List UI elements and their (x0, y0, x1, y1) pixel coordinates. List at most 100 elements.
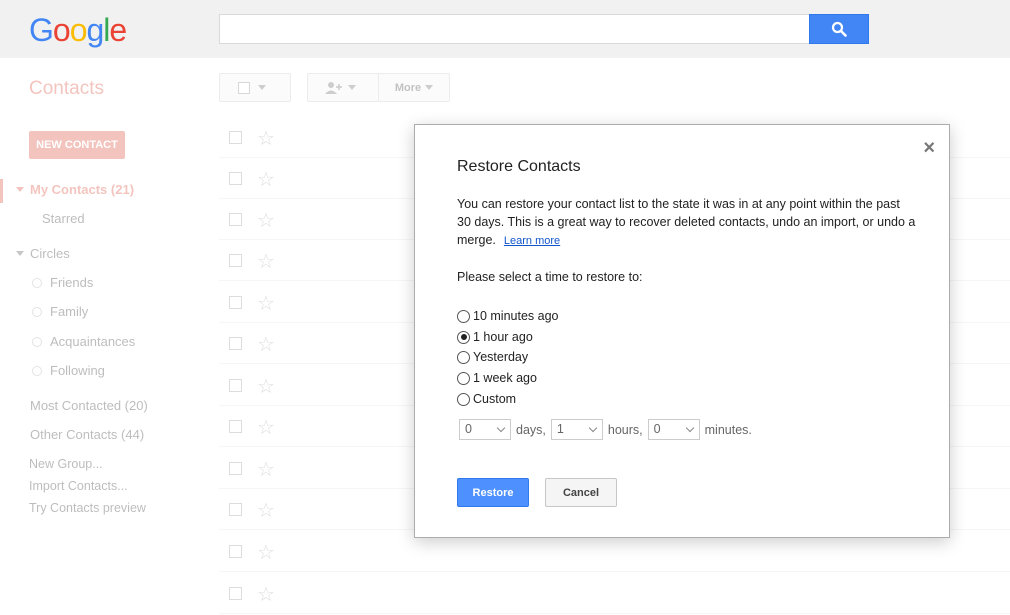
star-icon[interactable]: ☆ (257, 540, 275, 565)
star-icon[interactable]: ☆ (257, 457, 275, 482)
row-checkbox[interactable] (229, 254, 242, 267)
checkbox-icon (238, 81, 250, 94)
select-value: 0 (465, 422, 472, 436)
star-icon[interactable]: ☆ (257, 208, 275, 233)
add-person-icon (325, 81, 342, 94)
hours-select[interactable]: 1 (550, 419, 603, 440)
radio-button[interactable] (457, 350, 470, 364)
expand-triangle-icon (16, 187, 24, 192)
sidebar-item-following[interactable]: Following (32, 363, 105, 378)
restore-prompt: Please select a time to restore to: (457, 270, 643, 284)
row-checkbox[interactable] (229, 337, 242, 350)
add-to-circles-button[interactable] (307, 73, 379, 102)
option-label: 1 week ago (473, 371, 537, 385)
sidebar-item-label: Acquaintances (50, 334, 136, 349)
cancel-button[interactable]: Cancel (545, 478, 617, 507)
google-logo[interactable]: Google (29, 12, 127, 49)
try-preview-link[interactable]: Try Contacts preview (29, 501, 146, 515)
app-title: Contacts (29, 78, 104, 99)
circle-icon (32, 366, 42, 376)
new-contact-button[interactable]: NEW CONTACT (29, 131, 125, 159)
star-icon[interactable]: ☆ (257, 415, 275, 440)
sidebar-item-my-contacts[interactable]: My Contacts (21) (16, 182, 134, 197)
logo-letter: e (109, 12, 127, 48)
sidebar-item-friends[interactable]: Friends (32, 275, 93, 290)
more-button[interactable]: More (378, 73, 450, 102)
star-icon[interactable]: ☆ (257, 291, 275, 316)
sidebar-item-label: Family (50, 304, 89, 319)
sidebar-item-label: Following (50, 363, 105, 378)
circle-icon (32, 337, 42, 347)
radio-button[interactable] (457, 371, 470, 385)
row-checkbox[interactable] (229, 545, 242, 558)
chevron-down-icon (685, 423, 694, 433)
search-button[interactable] (809, 14, 869, 44)
sidebar-item-most-contacted[interactable]: Most Contacted (20) (30, 398, 148, 413)
row-checkbox[interactable] (229, 213, 242, 226)
star-icon[interactable]: ☆ (257, 332, 275, 357)
close-icon[interactable]: × (923, 137, 935, 160)
row-checkbox[interactable] (229, 503, 242, 516)
option-1-week[interactable]: 1 week ago (457, 371, 537, 385)
hours-label: hours, (607, 422, 643, 437)
sidebar-item-acquaintances[interactable]: Acquaintances (32, 334, 135, 349)
radio-button[interactable] (457, 330, 470, 344)
chevron-down-icon (588, 423, 598, 433)
chevron-down-icon (348, 85, 356, 90)
more-label: More (394, 81, 422, 94)
sidebar-item-label: Friends (50, 275, 94, 290)
search-icon (831, 21, 847, 37)
option-label: Yesterday (473, 350, 529, 364)
option-label: Custom (473, 392, 517, 406)
star-icon[interactable]: ☆ (257, 126, 275, 151)
row-checkbox[interactable] (229, 131, 242, 144)
row-checkbox[interactable] (229, 172, 242, 185)
select-all-button[interactable] (219, 73, 291, 102)
dialog-title: Restore Contacts (457, 158, 581, 175)
row-checkbox[interactable] (229, 462, 242, 475)
search-input[interactable] (219, 14, 810, 44)
radio-button[interactable] (457, 309, 470, 323)
new-group-link[interactable]: New Group... (29, 457, 103, 471)
minutes-select[interactable]: 0 (647, 419, 700, 440)
row-checkbox[interactable] (229, 587, 242, 600)
sidebar-item-circles[interactable]: Circles (16, 246, 70, 261)
days-select[interactable]: 0 (459, 419, 511, 440)
option-custom[interactable]: Custom (457, 392, 516, 406)
radio-button[interactable] (457, 392, 470, 406)
row-checkbox[interactable] (229, 296, 242, 309)
row-checkbox[interactable] (229, 379, 242, 392)
circle-icon (32, 307, 42, 317)
minutes-label: minutes. (704, 422, 752, 437)
sidebar-item-label: Circles (30, 246, 70, 261)
top-bar: Google (0, 0, 1010, 58)
days-label: days, (516, 422, 546, 437)
active-indicator (0, 179, 3, 203)
sidebar-item-family[interactable]: Family (32, 304, 88, 319)
circle-icon (32, 278, 42, 288)
option-10-minutes[interactable]: 10 minutes ago (457, 309, 558, 323)
chevron-down-icon (425, 85, 434, 90)
option-1-hour[interactable]: 1 hour ago (457, 330, 533, 344)
sidebar-item-starred[interactable]: Starred (42, 211, 85, 226)
expand-triangle-icon (16, 251, 24, 256)
learn-more-link[interactable]: Learn more (504, 235, 560, 247)
chevron-down-icon (258, 85, 266, 90)
star-icon[interactable]: ☆ (257, 167, 275, 192)
option-yesterday[interactable]: Yesterday (457, 350, 528, 364)
star-icon[interactable]: ☆ (257, 374, 275, 399)
option-label: 1 hour ago (473, 330, 533, 344)
option-label: 10 minutes ago (473, 309, 559, 323)
restore-button[interactable]: Restore (457, 478, 529, 507)
star-icon[interactable]: ☆ (257, 498, 275, 523)
select-value: 1 (556, 422, 564, 436)
row-checkbox[interactable] (229, 420, 242, 433)
dialog-description: You can restore your contact list to the… (457, 195, 917, 250)
table-row[interactable]: ☆ (219, 573, 1010, 614)
star-icon[interactable]: ☆ (257, 582, 275, 607)
star-icon[interactable]: ☆ (257, 249, 275, 274)
import-contacts-link[interactable]: Import Contacts... (29, 479, 128, 493)
sidebar-item-other-contacts[interactable]: Other Contacts (44) (30, 427, 144, 442)
logo-letter: o (52, 12, 71, 48)
sidebar-item-label: My Contacts (21) (30, 182, 135, 197)
